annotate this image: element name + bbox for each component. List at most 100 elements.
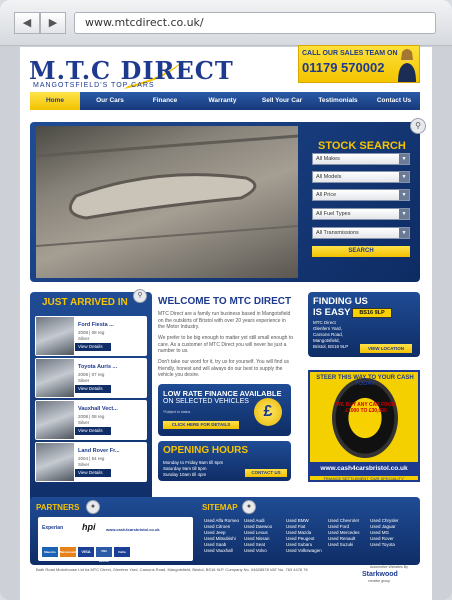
sales-agent-avatar — [398, 49, 416, 82]
menu-item-sell-your-car[interactable]: Sell Your Car — [252, 92, 312, 110]
car-thumbnail[interactable] — [36, 317, 74, 355]
postcode-plate: BS16 9LP — [352, 308, 392, 318]
menu-item-testimonials[interactable]: Testimonials — [308, 92, 368, 110]
steering-wheel-icon — [332, 378, 398, 458]
model-select[interactable]: All Models ▼ — [312, 171, 410, 183]
make-select[interactable]: All Makes ▼ — [312, 153, 410, 165]
forward-arrow-icon[interactable]: ▶ — [40, 12, 66, 34]
pound-icon: £ — [254, 398, 282, 426]
sitemap-title: SITEMAP — [202, 503, 238, 512]
address-bar[interactable]: www.mtcdirect.co.uk/ — [74, 12, 436, 34]
visa-icon: VISA — [78, 547, 94, 557]
opening-hours-line: Saturday 9am till 5pm — [163, 466, 207, 471]
model-select-value: All Models — [316, 174, 342, 180]
partners-title: PARTNERS — [36, 503, 80, 512]
car-colour: Silver — [78, 462, 90, 467]
view-details-button[interactable]: View Details — [75, 343, 111, 351]
promo-tagline: FINANCE SETTLEMENT 'OUR SPECIALITY' — [323, 476, 405, 481]
chevron-down-icon: ▼ — [399, 190, 409, 200]
promo-offer: WE BUY ANY CAR FROM £1000 TO £30,000 — [336, 402, 396, 414]
address-line: Bristol, BS16 9LP — [313, 344, 349, 349]
credit-tagline: creative group — [368, 579, 391, 583]
back-arrow-icon[interactable]: ◀ — [14, 12, 40, 34]
fuel-select[interactable]: All Fuel Types ▼ — [312, 208, 410, 220]
contact-us-button[interactable]: CONTACT US — [245, 469, 287, 477]
main-menu: Home Our Cars Finance Warranty Sell Your… — [30, 92, 420, 110]
hero-image — [35, 126, 299, 278]
finance-note: *Subject to status — [163, 410, 191, 414]
chevron-down-icon: ▼ — [399, 154, 409, 164]
zoom-icon[interactable]: ⚲ — [133, 289, 147, 303]
zoom-icon[interactable]: ⚲ — [410, 118, 426, 134]
sitemap-icon: ● — [242, 500, 256, 514]
sitemap-link[interactable]: Used Toyota — [370, 542, 399, 548]
view-location-button[interactable]: VIEW LOCATION — [360, 344, 412, 353]
view-details-button[interactable]: View Details — [75, 469, 111, 477]
car-name[interactable]: Ford Fiesta ... — [78, 322, 114, 328]
stock-search-title: STOCK SEARCH — [318, 140, 406, 152]
address-block: MTC Direct Glenfern Yard, Carsons Road, … — [313, 320, 348, 350]
car-thumbnail[interactable] — [36, 401, 74, 439]
promo-headline: STEER THIS WAY TO YOUR CASH TODAY — [316, 375, 414, 387]
sitemap-link[interactable]: Used Volvo — [244, 548, 272, 554]
cash4cars-logo[interactable]: www.cash4carsbristol.co.uk — [106, 527, 160, 532]
partners-icon: ● — [86, 500, 100, 514]
chevron-down-icon: ▼ — [399, 209, 409, 219]
delta-icon: Delta — [114, 547, 130, 557]
just-arrived-title: JUST ARRIVED IN — [42, 297, 128, 308]
car-name[interactable]: Vauxhall Vect... — [78, 406, 118, 412]
car-info: 2004 | 54 reg — [78, 456, 105, 461]
view-details-button[interactable]: View Details — [75, 427, 111, 435]
sitemap-column: Used BMW Used Fiat Used Mazda Used Peuge… — [286, 518, 322, 554]
search-button[interactable]: SEARCH — [312, 246, 410, 257]
welcome-paragraph: Don't take our word for it, try us for y… — [158, 359, 290, 378]
sitemap-column: Used Alfa Romeo Used Citroen Used Jeep U… — [204, 518, 239, 554]
logo-subtitle: MANGOTSFIELD'S TOP CARS — [33, 82, 155, 89]
visa-electron-icon: VISA Electron — [96, 547, 112, 563]
hpi-logo[interactable]: hpi — [82, 522, 96, 532]
car-colour: Silver — [78, 336, 90, 341]
phone-number[interactable]: 01179 570002 — [302, 60, 384, 75]
menu-item-home[interactable]: Home — [30, 92, 80, 110]
sitemap-link[interactable]: Used Suzuki — [328, 542, 360, 548]
car-thumbnail[interactable] — [36, 359, 74, 397]
menu-item-contact[interactable]: Contact Us — [368, 92, 420, 110]
view-details-button[interactable]: View Details — [75, 385, 111, 393]
maestro-card-icon: Maestro — [42, 547, 58, 557]
menu-item-finance[interactable]: Finance — [140, 92, 190, 110]
call-label: CALL OUR SALES TEAM ON — [302, 50, 398, 57]
footer-text: Bath Road Motorhouse Ltd t/a MTC Direct,… — [36, 567, 308, 572]
welcome-title: WELCOME TO MTC DIRECT — [158, 296, 292, 307]
welcome-paragraph: We prefer to be big enough to matter yet… — [158, 335, 293, 354]
welcome-paragraph: MTC Direct are a family run business bas… — [158, 311, 291, 330]
opening-hours-title: OPENING HOURS — [163, 445, 249, 456]
sitemap-column: Used Chevrolet Used Ford Used Mercedes U… — [328, 518, 360, 548]
starkwood-logo[interactable]: Starkwood — [362, 571, 398, 578]
transmission-select[interactable]: All Transmissions ▼ — [312, 227, 410, 239]
car-name[interactable]: Land Rover Fr... — [78, 448, 120, 454]
site-logo[interactable]: M.T.C DIRECT — [29, 56, 234, 85]
finance-headline: LOW RATE FINANCE AVAILABLE — [163, 389, 282, 398]
car-colour: Silver — [78, 378, 90, 383]
chevron-down-icon: ▼ — [399, 228, 409, 238]
menu-item-our-cars[interactable]: Our Cars — [85, 92, 135, 110]
car-name[interactable]: Toyota Auris ... — [78, 364, 117, 370]
menu-item-warranty[interactable]: Warranty — [195, 92, 250, 110]
sitemap-link[interactable]: Used Vauxhall — [204, 548, 239, 554]
promo-url[interactable]: www.cash4carsbristol.co.uk — [310, 462, 418, 476]
sitemap-column: Used Audi Used Daewoo Used Lexus Used Ni… — [244, 518, 272, 554]
car-info: 2008 | 07 reg — [78, 372, 105, 377]
credit-label: Automotive Websites By — [370, 565, 408, 569]
car-thumbnail[interactable] — [36, 443, 74, 481]
make-select-value: All Makes — [316, 156, 340, 162]
price-select[interactable]: All Price ▼ — [312, 189, 410, 201]
chevron-down-icon: ▼ — [399, 172, 409, 182]
car-info: 2008 | 08 reg — [78, 414, 105, 419]
sitemap-link[interactable]: Used Volkswagen — [286, 548, 322, 554]
experian-logo[interactable]: Experian — [42, 525, 63, 531]
price-select-value: All Price — [316, 192, 337, 198]
mastercard-icon: Mastercard — [60, 547, 76, 557]
finance-details-button[interactable]: CLICK HERE FOR DETAILS — [163, 421, 239, 429]
sitemap-column: Used Chrysler Used Jaguar Used MG Used R… — [370, 518, 399, 548]
transmission-select-value: All Transmissions — [316, 230, 359, 236]
